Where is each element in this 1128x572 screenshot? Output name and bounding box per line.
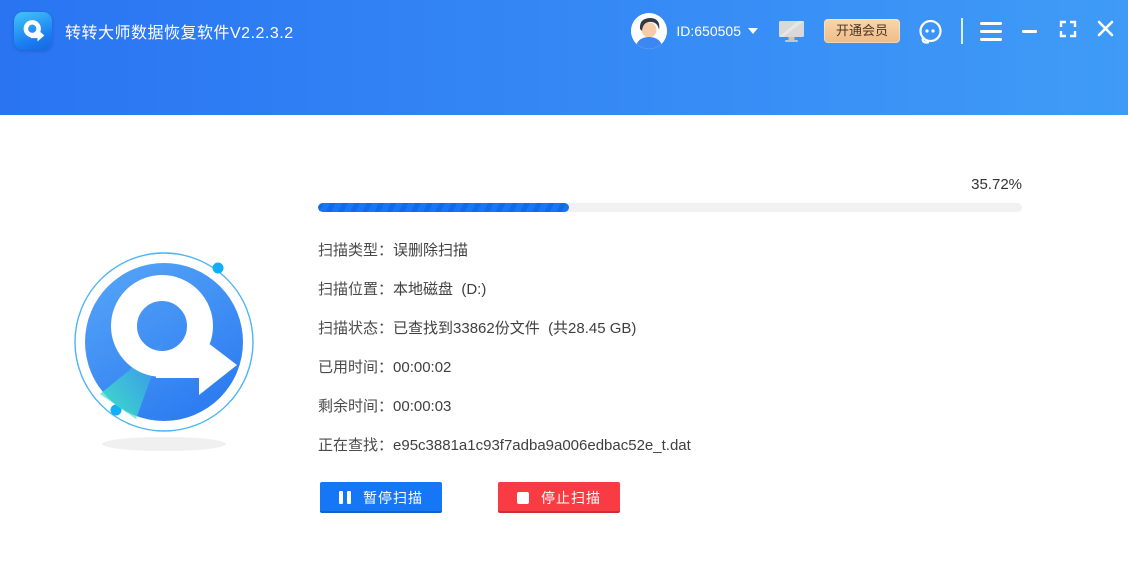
pause-button-label: 暂停扫描 (363, 489, 423, 506)
window-title: 转转大师数据恢复软件V2.2.3.2 (65, 25, 294, 42)
monitor-icon[interactable] (778, 19, 805, 43)
pause-scan-button[interactable]: 暂停扫描 (320, 482, 442, 513)
progress-fill (318, 203, 570, 212)
user-id-label[interactable]: ID:650505 (676, 23, 741, 39)
detail-label: 扫描状态： (318, 320, 394, 337)
detail-value: 已查找到33862份文件 (共28.45 GB) (393, 320, 637, 337)
title-bar: 转转大师数据恢复软件V2.2.3.2 ID:650505 开通会员 (0, 0, 1128, 115)
detail-value: 本地磁盘 (D:) (393, 281, 487, 298)
scan-detail-row: 扫描位置：本地磁盘 (D:) (318, 270, 691, 309)
maximize-icon[interactable] (1059, 20, 1077, 43)
scan-progress-bar (318, 203, 1022, 212)
scan-actions: 暂停扫描 停止扫描 (320, 482, 620, 513)
user-avatar[interactable] (631, 13, 668, 49)
stop-button-label: 停止扫描 (541, 489, 601, 506)
pause-icon (339, 491, 351, 504)
detail-value: 误删除扫描 (393, 242, 469, 259)
detail-label: 扫描位置： (318, 281, 394, 298)
detail-label: 剩余时间： (318, 398, 394, 415)
scan-detail-row: 已用时间：00:00:02 (318, 348, 691, 387)
scan-detail-row: 正在查找：e95c3881a1c93f7adba9a006edbac52e_t.… (318, 426, 691, 465)
close-icon[interactable] (1097, 20, 1114, 42)
scan-details: 扫描类型：误删除扫描 扫描位置：本地磁盘 (D:) 扫描状态：已查找到33862… (318, 231, 691, 465)
scan-detail-row: 扫描状态：已查找到33862份文件 (共28.45 GB) (318, 309, 691, 348)
detail-label: 正在查找： (318, 437, 394, 454)
vip-upgrade-button[interactable]: 开通会员 (823, 19, 900, 43)
menu-icon[interactable] (980, 21, 1002, 41)
support-headset-icon[interactable] (917, 18, 944, 45)
minimize-icon[interactable] (1022, 29, 1038, 33)
app-scan-logo (66, 238, 266, 458)
detail-label: 扫描类型： (318, 242, 394, 259)
scan-detail-row: 剩余时间：00:00:03 (318, 387, 691, 426)
app-logo-icon (14, 12, 52, 50)
stop-scan-button[interactable]: 停止扫描 (498, 482, 620, 513)
stop-icon (517, 491, 529, 504)
scan-detail-row: 扫描类型：误删除扫描 (318, 231, 691, 270)
detail-value: 00:00:02 (393, 359, 452, 376)
chevron-down-icon[interactable] (747, 28, 758, 34)
detail-value: 00:00:03 (393, 398, 452, 415)
detail-label: 已用时间： (318, 359, 394, 376)
progress-percent-label: 35.72% (971, 176, 1022, 193)
titlebar-divider (961, 18, 963, 44)
app-window: 转转大师数据恢复软件V2.2.3.2 ID:650505 开通会员 35.72%… (0, 0, 1128, 572)
detail-value: e95c3881a1c93f7adba9a006edbac52e_t.dat (393, 437, 691, 454)
